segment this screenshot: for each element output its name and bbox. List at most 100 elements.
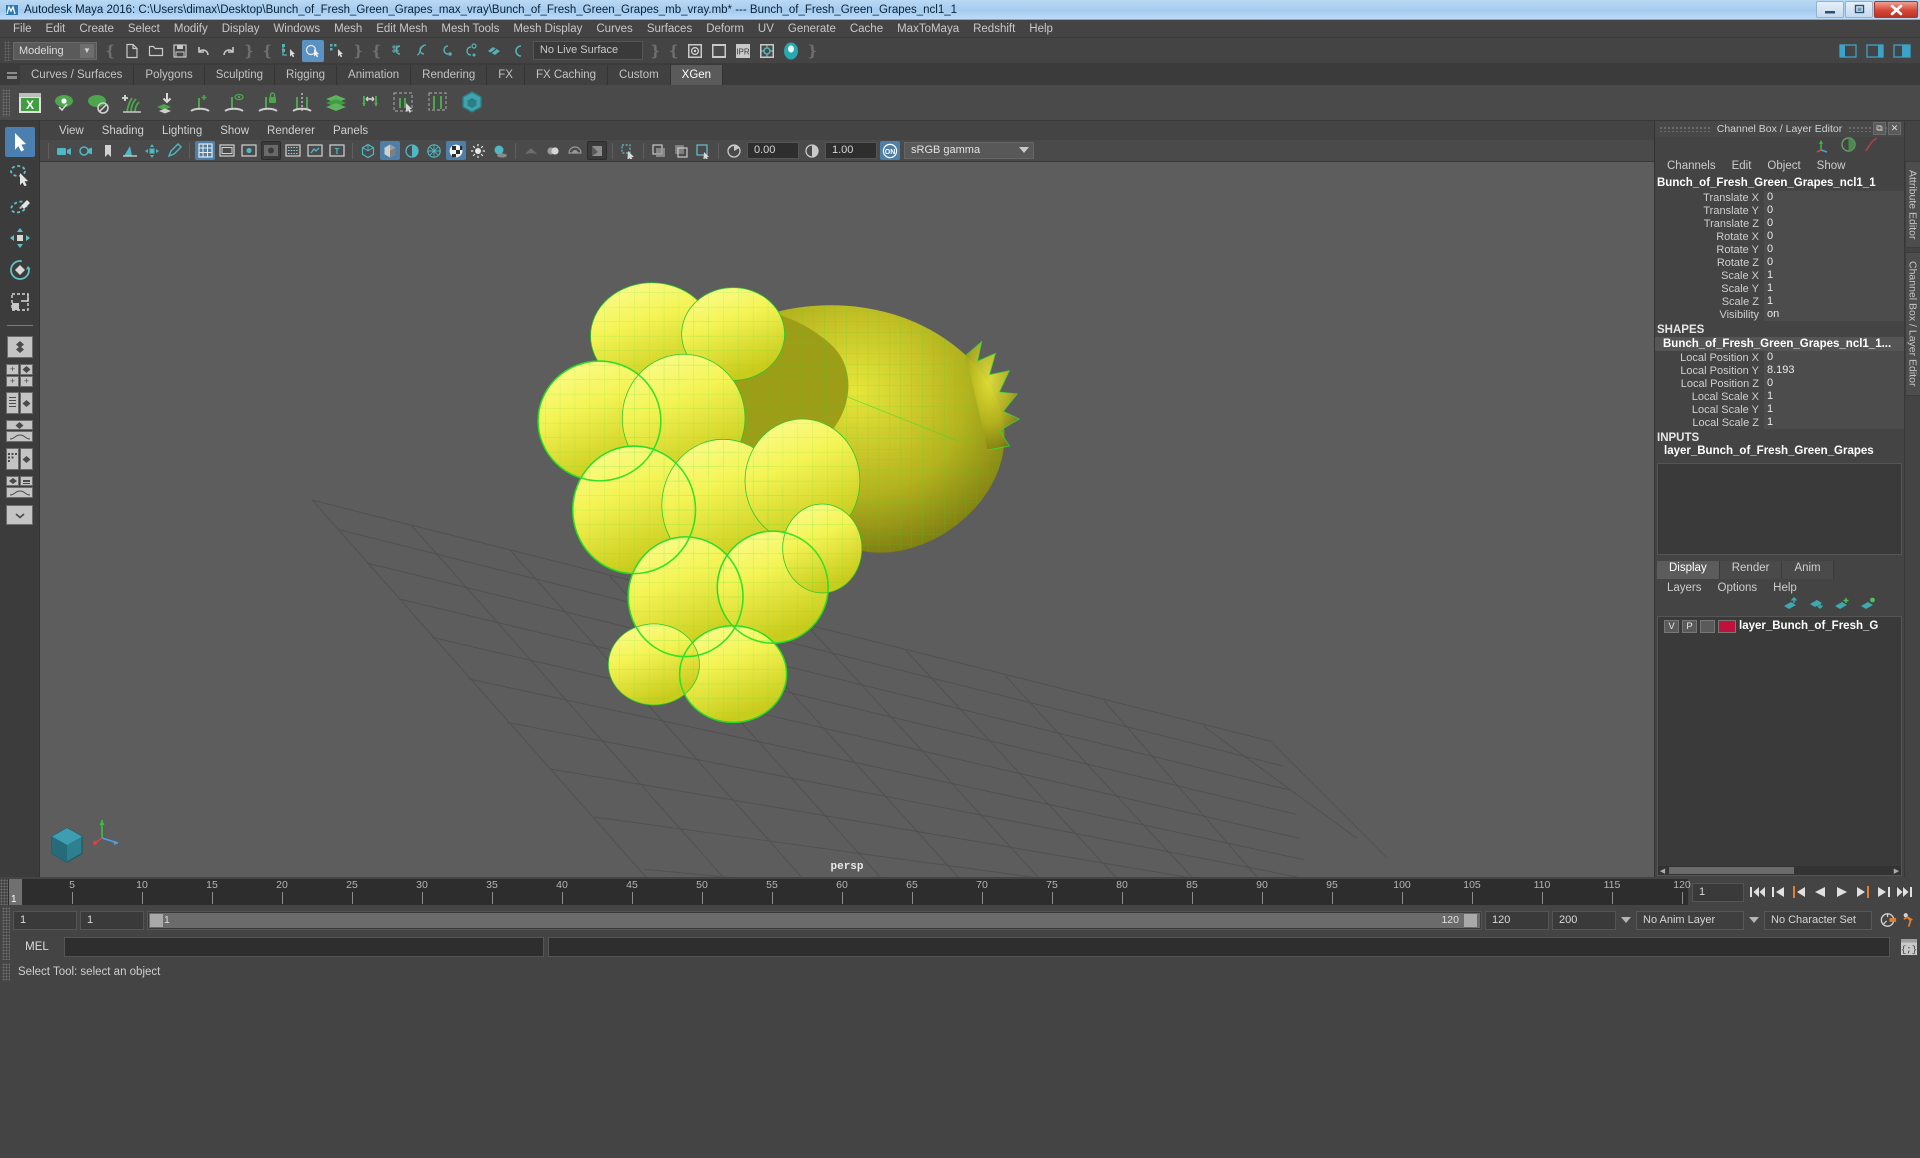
menu-surfaces[interactable]: Surfaces	[640, 20, 699, 38]
persp-graph-layout[interactable]	[5, 418, 35, 444]
channel-row-local-scale-y[interactable]: Local Scale Y 1	[1655, 403, 1904, 416]
shape-node-name[interactable]: Bunch_of_Fresh_Green_Grapes_ncl1_1...	[1655, 337, 1904, 351]
camera-attributes-icon[interactable]	[76, 141, 96, 160]
channel-value[interactable]: 1	[1764, 295, 1904, 308]
select-guides-icon[interactable]	[388, 87, 420, 119]
channel-row-translate-y[interactable]: Translate Y 0	[1655, 204, 1904, 217]
resolution-gate-icon[interactable]	[239, 141, 259, 160]
axis-gizmo-icon[interactable]	[1814, 137, 1834, 158]
layer-list[interactable]: V P layer_Bunch_of_Fresh_G ◀ ▶	[1657, 616, 1902, 876]
statusline-grip[interactable]	[4, 40, 11, 61]
gamma-field[interactable]: 1.00	[825, 142, 877, 159]
time-cursor[interactable]: 1	[9, 879, 22, 905]
undo-icon[interactable]	[193, 40, 215, 62]
mirror-guide-icon[interactable]	[286, 87, 318, 119]
range-handle-right[interactable]	[1464, 913, 1477, 927]
go-to-start-icon[interactable]	[1748, 883, 1767, 902]
scroll-thumb[interactable]	[1669, 867, 1794, 874]
auto-keyframe-icon[interactable]	[1879, 911, 1898, 930]
half-circle-icon[interactable]	[1840, 136, 1857, 158]
viewport-menu-view[interactable]: View	[50, 125, 93, 137]
isolate-select-icon[interactable]	[618, 141, 638, 160]
new-scene-icon[interactable]	[121, 40, 143, 62]
new-layer-from-selected-icon[interactable]	[1860, 597, 1876, 616]
channel-value[interactable]: 0	[1764, 377, 1904, 390]
rotate-tool[interactable]	[5, 255, 35, 285]
go-to-end-icon[interactable]	[1895, 883, 1914, 902]
layer-menu-help[interactable]: Help	[1765, 582, 1805, 594]
grease-pencil-icon[interactable]	[164, 141, 184, 160]
channel-row-local-position-z[interactable]: Local Position Z 0	[1655, 377, 1904, 390]
select-by-hierarchy-icon[interactable]	[278, 40, 300, 62]
playback-end-field[interactable]: 120	[1485, 910, 1549, 930]
restore-button[interactable]	[1845, 1, 1873, 18]
color-management-icon[interactable]: ON	[880, 141, 900, 160]
shelf-tab-fx-caching[interactable]: FX Caching	[524, 65, 609, 85]
show-hide-attribute-editor-icon[interactable]	[1864, 40, 1886, 62]
tab-render[interactable]: Render	[1719, 561, 1783, 579]
scroll-left-icon[interactable]: ◀	[1658, 866, 1667, 875]
channel-value[interactable]: 0	[1764, 351, 1904, 364]
channelbox-menu-channels[interactable]: Channels	[1659, 160, 1724, 172]
motion-blur-icon[interactable]	[543, 141, 563, 160]
channel-value[interactable]: 0	[1764, 217, 1904, 230]
channel-value[interactable]: 0	[1764, 191, 1904, 204]
select-tool[interactable]	[4, 127, 35, 157]
command-language-label[interactable]: MEL	[14, 941, 60, 953]
ipr-render-icon[interactable]: IPR	[732, 40, 754, 62]
animation-end-field[interactable]: 200	[1552, 910, 1616, 930]
channel-value[interactable]: 1	[1764, 403, 1904, 416]
menu-mesh[interactable]: Mesh	[327, 20, 369, 38]
red-slash-icon[interactable]	[1863, 136, 1880, 158]
layer-color-swatch[interactable]	[1718, 619, 1736, 633]
view-transform-selector[interactable]: sRGB gamma	[904, 142, 1034, 159]
more-layouts[interactable]	[5, 502, 35, 528]
menu-generate[interactable]: Generate	[781, 20, 843, 38]
layered-patch-icon[interactable]	[320, 87, 352, 119]
xray-joints-icon[interactable]	[671, 141, 691, 160]
open-scene-icon[interactable]	[145, 40, 167, 62]
smooth-shade-all-icon[interactable]	[380, 141, 400, 160]
depth-of-field-icon[interactable]	[587, 141, 607, 160]
channel-row-local-position-x[interactable]: Local Position X 0	[1655, 351, 1904, 364]
channel-row-local-scale-x[interactable]: Local Scale X 1	[1655, 390, 1904, 403]
select-camera-icon[interactable]	[54, 141, 74, 160]
render-sequence-icon[interactable]	[708, 40, 730, 62]
menu-edit-mesh[interactable]: Edit Mesh	[369, 20, 434, 38]
channelbox-menu-object[interactable]: Object	[1759, 160, 1808, 172]
sidetab-attribute-editor[interactable]: Attribute Editor	[1904, 161, 1920, 249]
menu-curves[interactable]: Curves	[589, 20, 639, 38]
playback-start-field[interactable]: 1	[80, 910, 144, 930]
menu-cache[interactable]: Cache	[843, 20, 890, 38]
range-slider-grip[interactable]	[2, 907, 10, 933]
preview-guide-icon[interactable]	[218, 87, 250, 119]
layer-list-scrollbar[interactable]: ◀ ▶	[1658, 866, 1901, 875]
select-by-component-type-icon[interactable]	[326, 40, 348, 62]
layer-row[interactable]: V P layer_Bunch_of_Fresh_G	[1658, 617, 1901, 633]
lock-guide-icon[interactable]	[252, 87, 284, 119]
channel-value[interactable]: 1	[1764, 269, 1904, 282]
channel-value[interactable]: 1	[1764, 416, 1904, 429]
animation-start-field[interactable]: 1	[13, 910, 77, 930]
range-bar[interactable]: 1 120	[147, 910, 1482, 930]
render-current-frame-icon[interactable]	[684, 40, 706, 62]
menu-help[interactable]: Help	[1022, 20, 1060, 38]
snap-to-projected-center-icon[interactable]	[459, 40, 481, 62]
field-chart-icon[interactable]	[283, 141, 303, 160]
anim-layer-dropdown-arrow[interactable]	[1619, 911, 1633, 930]
show-hide-channel-box-icon[interactable]	[1891, 40, 1913, 62]
range-handle-left[interactable]	[150, 913, 163, 927]
shelf-tab-curves-surfaces[interactable]: Curves / Surfaces	[20, 65, 135, 85]
channel-value[interactable]: 0	[1764, 230, 1904, 243]
shelf-handle[interactable]	[4, 66, 20, 85]
channel-row-rotate-x[interactable]: Rotate X 0	[1655, 230, 1904, 243]
safe-action-icon[interactable]	[305, 141, 325, 160]
wireframe-icon[interactable]	[358, 141, 378, 160]
chevron-down-icon[interactable]: ▼	[80, 43, 94, 58]
safe-title-icon[interactable]: T	[327, 141, 347, 160]
preview-eye-icon[interactable]	[48, 87, 80, 119]
multisample-aa-icon[interactable]	[565, 141, 585, 160]
menu-select[interactable]: Select	[121, 20, 167, 38]
snap-to-point-icon[interactable]	[435, 40, 457, 62]
step-forward-key-icon[interactable]	[1853, 883, 1872, 902]
